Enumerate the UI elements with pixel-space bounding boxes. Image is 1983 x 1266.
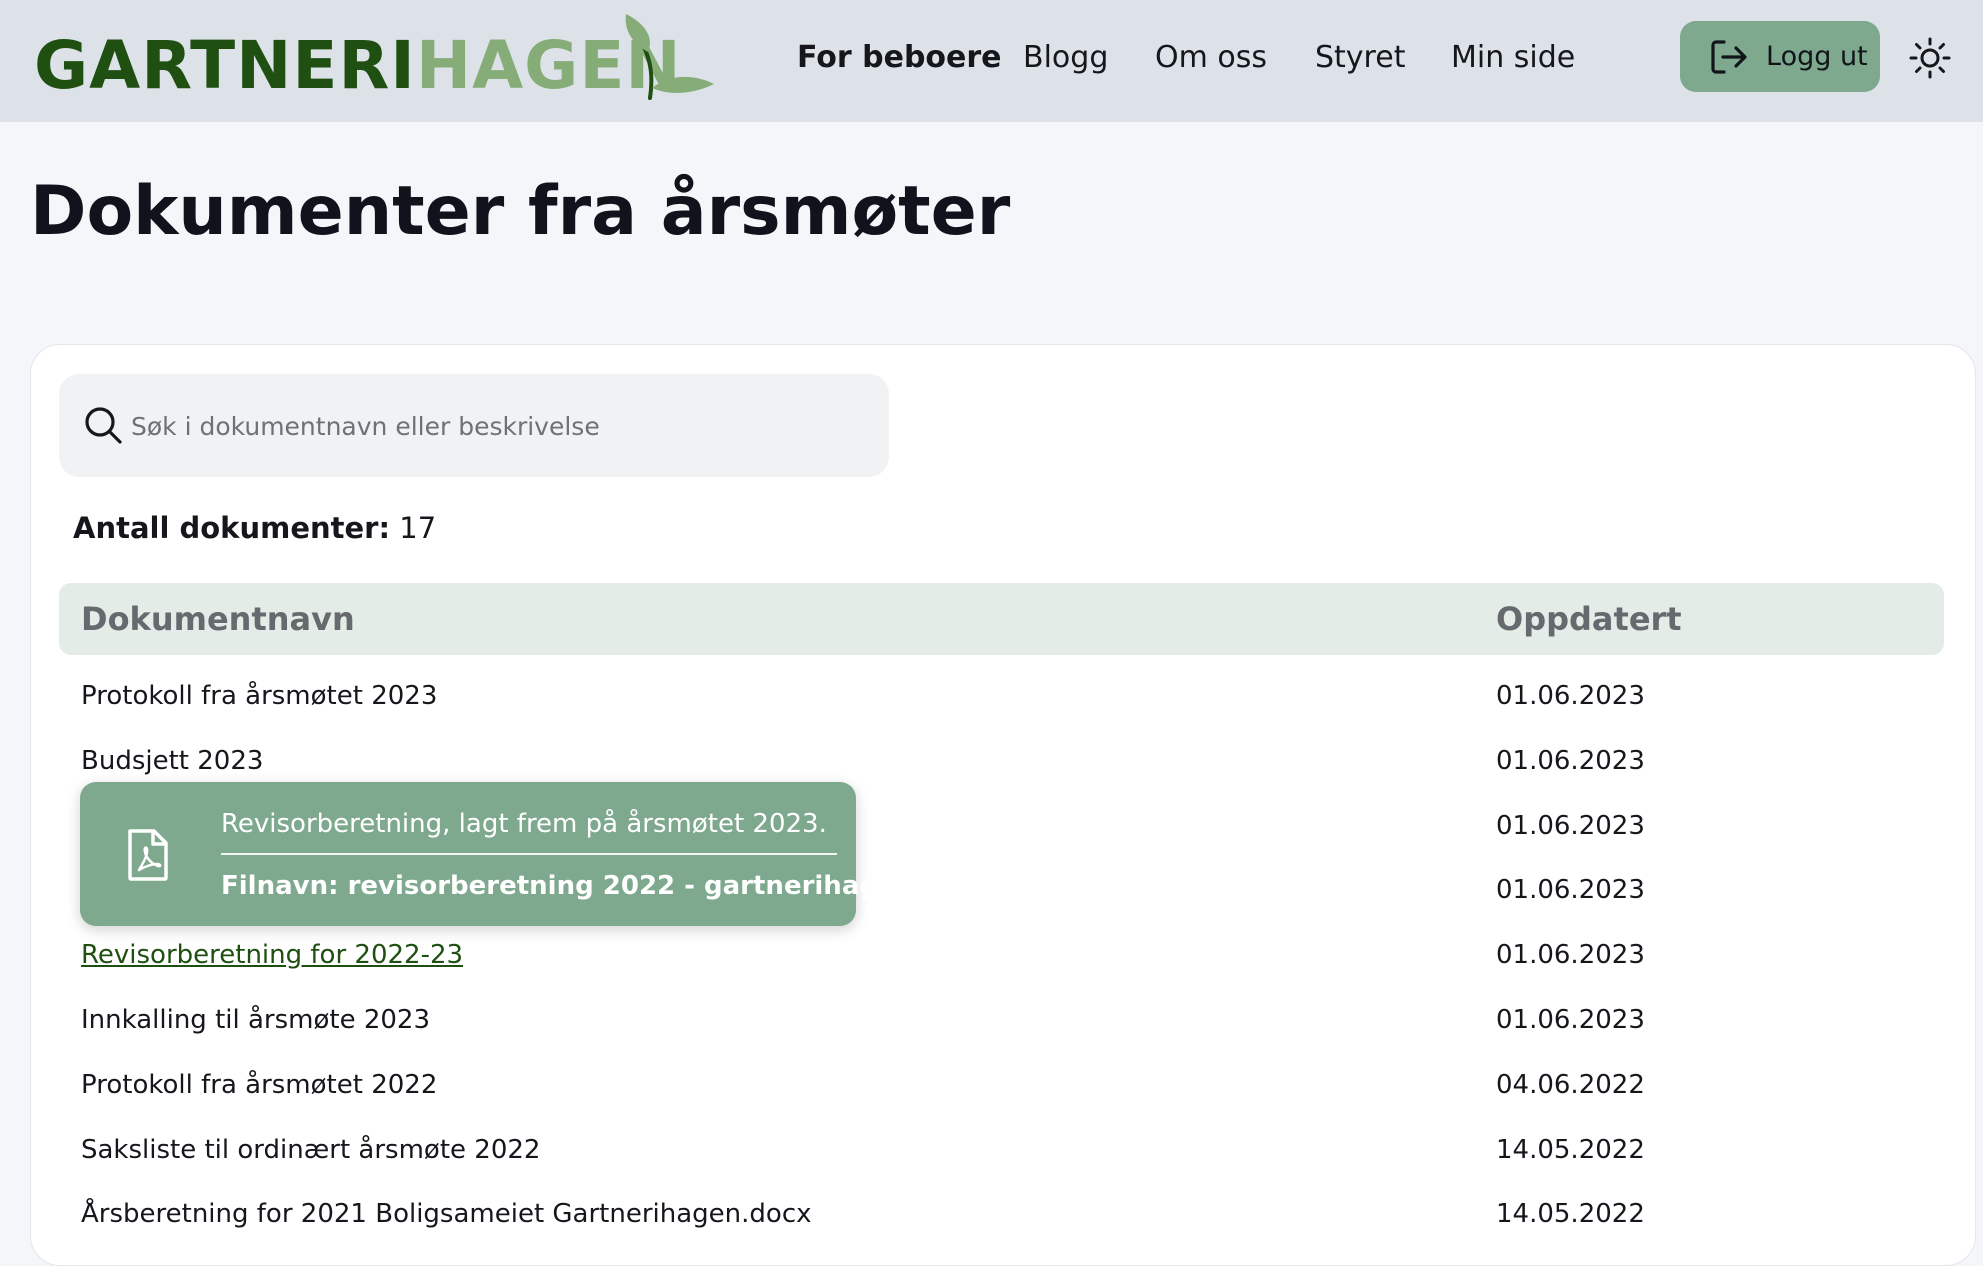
- search-input[interactable]: [129, 374, 873, 479]
- nav-item-for-beboere[interactable]: For beboere: [797, 36, 1002, 80]
- table-header: Dokumentnavn Oppdatert: [59, 583, 1944, 655]
- pdf-file-icon: [128, 829, 168, 881]
- tooltip-divider: [221, 853, 837, 855]
- nav-item-blogg[interactable]: Blogg: [1023, 36, 1108, 80]
- document-count: Antall dokumenter: 17: [73, 508, 436, 548]
- table-row[interactable]: Årsberetning for 2021 Boligsameiet Gartn…: [59, 1182, 1944, 1246]
- document-name-link[interactable]: Revisorberetning for 2022-23: [81, 923, 463, 987]
- document-updated: 01.06.2023: [1496, 1005, 1645, 1035]
- document-updated: 01.06.2023: [1496, 681, 1645, 711]
- document-count-value: 17: [399, 511, 437, 545]
- sun-icon[interactable]: [1908, 36, 1952, 80]
- document-updated: 01.06.2023: [1496, 811, 1645, 841]
- site-header: GARTNERIHAGEN For beboere Blogg Om oss S…: [0, 0, 1983, 122]
- search-box: [59, 374, 889, 479]
- document-updated: 14.05.2022: [1496, 1135, 1645, 1165]
- logout-label: Logg ut: [1766, 41, 1868, 72]
- document-updated: 01.06.2023: [1496, 875, 1645, 905]
- document-updated: 01.06.2023: [1496, 940, 1645, 970]
- tooltip-filename-label: Filnavn:: [221, 871, 339, 901]
- document-name[interactable]: Innkalling til årsmøte 2023: [81, 988, 430, 1052]
- logo-text: GARTNERIHAGEN: [34, 26, 682, 106]
- document-name[interactable]: Årsberetning for 2021 Boligsameiet Gartn…: [81, 1182, 812, 1246]
- document-updated: 01.06.2023: [1496, 746, 1645, 776]
- table-row[interactable]: Protokoll fra årsmøtet 2023 01.06.2023: [59, 664, 1944, 728]
- document-updated: 04.06.2022: [1496, 1070, 1645, 1100]
- site-logo[interactable]: GARTNERIHAGEN: [34, 12, 714, 104]
- logout-button[interactable]: Logg ut: [1680, 21, 1880, 92]
- table-row[interactable]: Innkalling til årsmøte 2023 01.06.2023: [59, 988, 1944, 1052]
- nav-item-min-side[interactable]: Min side: [1451, 36, 1575, 80]
- tooltip-filename: Filnavn: revisorberetning 2022 - gartner…: [221, 866, 973, 906]
- document-name[interactable]: Protokoll fra årsmøtet 2023: [81, 664, 437, 728]
- column-header-name[interactable]: Dokumentnavn: [81, 583, 355, 655]
- document-count-label: Antall dokumenter:: [73, 511, 391, 545]
- document-tooltip: Revisorberetning, lagt frem på årsmøtet …: [80, 782, 973, 926]
- logout-icon: [1711, 40, 1747, 74]
- nav-item-styret[interactable]: Styret: [1315, 36, 1405, 80]
- table-row[interactable]: Revisorberetning for 2022-23 01.06.2023: [59, 923, 1944, 987]
- document-name[interactable]: Saksliste til ordinært årsmøte 2022: [81, 1118, 540, 1182]
- document-updated: 14.05.2022: [1496, 1199, 1645, 1229]
- document-name[interactable]: Protokoll fra årsmøtet 2022: [81, 1053, 437, 1117]
- tooltip-filename-value: revisorberetning 2022 - gartnerihagen.pd…: [347, 871, 973, 901]
- nav-item-om-oss[interactable]: Om oss: [1155, 36, 1267, 80]
- table-row[interactable]: Saksliste til ordinært årsmøte 2022 14.0…: [59, 1118, 1944, 1182]
- leaf-icon: [625, 14, 714, 100]
- column-header-updated[interactable]: Oppdatert: [1496, 583, 1682, 655]
- tooltip-description: Revisorberetning, lagt frem på årsmøtet …: [221, 809, 827, 839]
- table-row[interactable]: Protokoll fra årsmøtet 2022 04.06.2022: [59, 1053, 1944, 1117]
- search-icon: [85, 407, 122, 444]
- page-title: Dokumenter fra årsmøter: [30, 172, 1011, 251]
- logo-text-dark: GARTNERI: [34, 27, 416, 104]
